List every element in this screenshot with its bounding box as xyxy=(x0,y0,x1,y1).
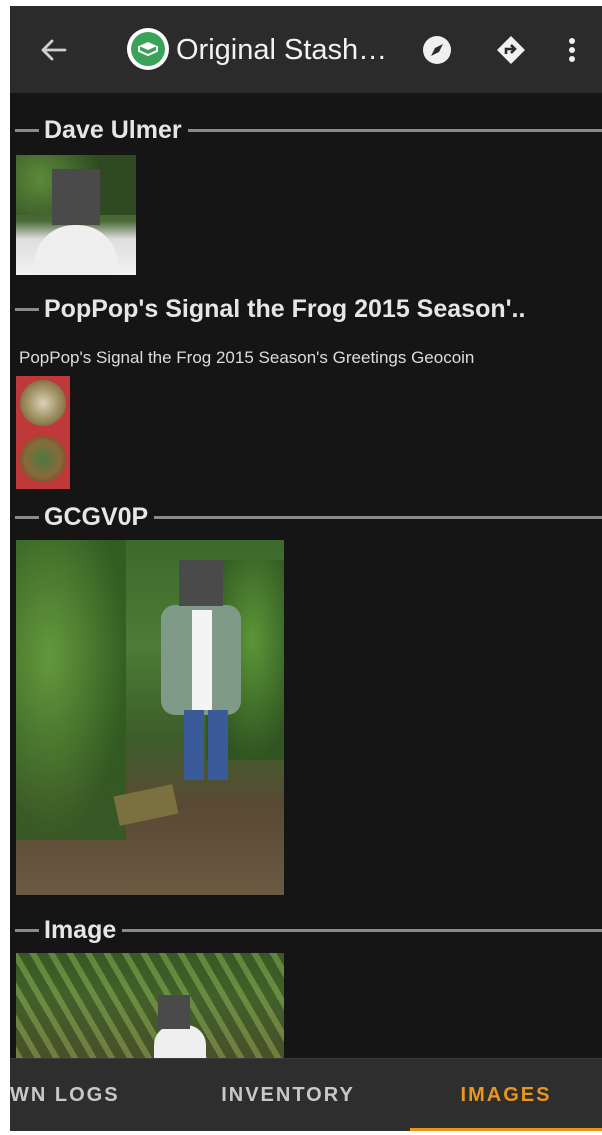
photo-thumbnail[interactable] xyxy=(16,540,284,895)
section-title: Dave Ulmer xyxy=(44,115,182,144)
tab-images[interactable]: IMAGES xyxy=(410,1059,602,1131)
photo-thumbnail[interactable] xyxy=(16,953,284,1058)
compass-icon[interactable] xyxy=(420,33,454,67)
photo-thumbnail[interactable] xyxy=(16,155,136,275)
section-title: GCGV0P xyxy=(44,502,149,531)
back-arrow-icon[interactable] xyxy=(38,35,68,65)
section-rule xyxy=(15,128,39,132)
section-title: Image xyxy=(44,915,117,944)
geocoin-thumbnail[interactable] xyxy=(16,376,70,489)
tab-inventory[interactable]: INVENTORY xyxy=(188,1059,388,1131)
section-rule xyxy=(15,307,39,311)
section-description: PopPop's Signal the Frog 2015 Season's G… xyxy=(19,348,475,367)
section-header: Dave Ulmer xyxy=(10,113,602,147)
bottom-tab-bar: WN LOGS INVENTORY IMAGES xyxy=(10,1058,602,1131)
tab-own-logs[interactable]: WN LOGS xyxy=(10,1059,120,1131)
section-rule xyxy=(122,928,602,932)
page-title: Original Stash… xyxy=(176,34,388,66)
active-tab-indicator xyxy=(410,1128,602,1131)
more-vert-icon[interactable] xyxy=(562,33,582,67)
section-rule xyxy=(154,515,602,519)
section-rule xyxy=(15,515,39,519)
section-title: PopPop's Signal the Frog 2015 Season'.. xyxy=(44,294,526,323)
app-bar: Original Stash… xyxy=(10,6,602,93)
section-header: Image xyxy=(10,913,602,947)
cache-logo-icon xyxy=(127,28,169,70)
navigate-icon[interactable] xyxy=(494,33,528,67)
images-list[interactable]: Dave Ulmer PopPop's Signal the Frog 2015… xyxy=(10,93,602,1058)
app-frame: Original Stash… Dave Ulmer PopPop's Sign… xyxy=(10,6,602,1131)
section-rule xyxy=(187,128,602,132)
section-rule xyxy=(15,928,39,932)
section-header: GCGV0P xyxy=(10,500,602,534)
section-header: PopPop's Signal the Frog 2015 Season'.. xyxy=(10,292,602,326)
